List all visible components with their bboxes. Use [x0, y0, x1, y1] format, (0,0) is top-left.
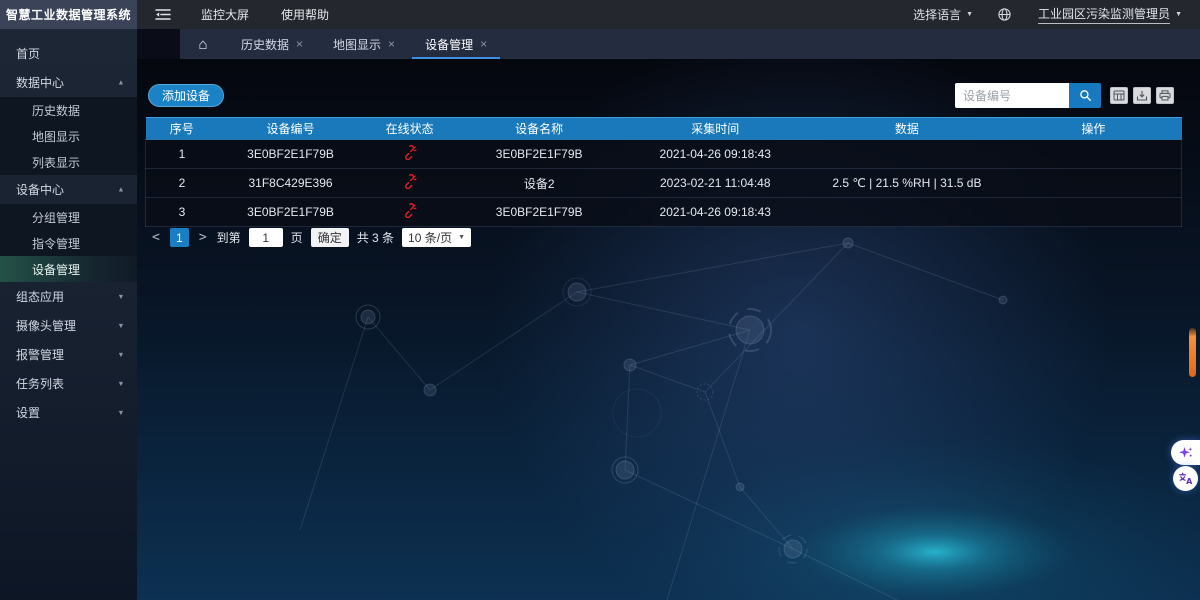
col-collect-time: 采集时间 — [622, 118, 808, 140]
caret-down-icon: ▼ — [458, 234, 465, 241]
sidebar-item-device-management[interactable]: 设备管理 — [0, 256, 137, 282]
sidebar-item-command-management[interactable]: 指令管理 — [0, 230, 137, 256]
search-icon — [1079, 89, 1092, 102]
caret-down-icon: ▼ — [117, 408, 124, 416]
topnav-help[interactable]: 使用帮助 — [265, 0, 345, 29]
caret-up-icon: ▲ — [117, 185, 124, 193]
page-number-input[interactable] — [249, 228, 283, 247]
caret-down-icon: ▼ — [966, 11, 973, 18]
sidebar-item-map-display[interactable]: 地图显示 — [0, 123, 137, 149]
add-device-button[interactable]: 添加设备 — [148, 84, 224, 107]
sparkle-icon — [1178, 445, 1194, 461]
caret-down-icon: ▼ — [1175, 11, 1182, 18]
table-row[interactable]: 1 3E0BF2E1F79B 3E0BF2E1F79B 2021-04-26 0… — [146, 140, 1182, 169]
pagination: < 1 > 到第 页 确定 共 3 条 10 条/页 ▼ — [150, 228, 471, 247]
close-icon[interactable]: × — [296, 37, 303, 51]
caret-down-icon: ▼ — [117, 379, 124, 387]
sidebar-item-history-data[interactable]: 历史数据 — [0, 97, 137, 123]
close-icon[interactable]: × — [388, 37, 395, 51]
tab-device-management[interactable]: 设备管理 × — [410, 29, 502, 59]
export-button[interactable] — [1133, 87, 1151, 104]
main-content: 添加设备 — [137, 59, 1200, 600]
export-icon — [1136, 90, 1148, 101]
search-input[interactable] — [955, 83, 1069, 108]
print-button[interactable] — [1156, 87, 1174, 104]
sidebar-group-device-center[interactable]: 设备中心 ▲ — [0, 175, 137, 204]
page-size-select[interactable]: 10 条/页 ▼ — [402, 228, 471, 247]
app-title: 智慧工业数据管理系统 — [0, 0, 137, 29]
sidebar-group-scada-app[interactable]: 组态应用 ▼ — [0, 282, 137, 311]
offline-status-icon — [402, 203, 417, 218]
table-row[interactable]: 3 3E0BF2E1F79B 3E0BF2E1F79B 2021-04-26 0… — [146, 198, 1182, 227]
page-unit-label: 页 — [291, 229, 303, 246]
sidebar-item-home[interactable]: 首页 — [0, 39, 137, 68]
table-tool-buttons — [1110, 87, 1174, 104]
search-button[interactable] — [1069, 83, 1101, 108]
svg-text:A: A — [1186, 477, 1193, 486]
app-window: 智慧工业数据管理系统 监控大屏 使用帮助 选择语言 ▼ 工业园区污染监测管理员 … — [0, 0, 1200, 600]
translate-button[interactable]: A — [1173, 466, 1198, 491]
table-header: 序号 设备编号 在线状态 设备名称 采集时间 数据 操作 — [146, 118, 1182, 140]
caret-down-icon: ▼ — [117, 292, 124, 300]
caret-up-icon: ▲ — [117, 78, 124, 86]
columns-icon — [1113, 90, 1125, 101]
user-menu[interactable]: 工业园区污染监测管理员 ▼ — [1026, 5, 1186, 24]
page-1-button[interactable]: 1 — [170, 228, 189, 247]
next-page-icon[interactable]: > — [197, 230, 209, 245]
columns-toggle-button[interactable] — [1110, 87, 1128, 104]
device-table: 序号 设备编号 在线状态 设备名称 采集时间 数据 操作 1 3E0BF2E1F — [145, 117, 1182, 227]
toolbar: 添加设备 — [137, 59, 1200, 115]
ai-assistant-button[interactable] — [1171, 440, 1200, 465]
tab-map-display[interactable]: 地图显示 × — [318, 29, 410, 59]
prev-page-icon[interactable]: < — [150, 230, 162, 245]
scrollbar-thumb[interactable] — [1189, 328, 1196, 377]
sidebar: 首页 数据中心 ▲ 历史数据 地图显示 列表显示 设备中心 ▲ 分组管理 指令管… — [0, 29, 137, 600]
tab-strip-body: ⌂ 历史数据 × 地图显示 × 设备管理 × — [180, 29, 1200, 59]
user-name: 工业园区污染监测管理员 — [1038, 5, 1170, 24]
sidebar-group-settings[interactable]: 设置 ▼ — [0, 398, 137, 427]
close-icon[interactable]: × — [480, 37, 487, 51]
col-index: 序号 — [146, 118, 219, 140]
tab-history-data[interactable]: 历史数据 × — [226, 29, 318, 59]
goto-label: 到第 — [217, 229, 241, 246]
data-center-submenu: 历史数据 地图显示 列表显示 — [0, 97, 137, 175]
sidebar-group-data-center[interactable]: 数据中心 ▲ — [0, 68, 137, 97]
col-data: 数据 — [809, 118, 1006, 140]
col-online-status: 在线状态 — [363, 118, 456, 140]
caret-down-icon: ▼ — [117, 321, 124, 329]
topnav-monitor-screen[interactable]: 监控大屏 — [185, 0, 265, 29]
offline-status-icon — [402, 145, 417, 160]
col-operation: 操作 — [1005, 118, 1181, 140]
translate-icon: A — [1178, 471, 1193, 486]
device-center-submenu: 分组管理 指令管理 设备管理 — [0, 204, 137, 282]
confirm-page-button[interactable]: 确定 — [311, 228, 349, 247]
col-device-no: 设备编号 — [218, 118, 363, 140]
print-icon — [1159, 90, 1171, 101]
sidebar-item-group-management[interactable]: 分组管理 — [0, 204, 137, 230]
sidebar-group-camera-management[interactable]: 摄像头管理 ▼ — [0, 311, 137, 340]
col-device-name: 设备名称 — [456, 118, 622, 140]
table-row[interactable]: 2 31F8C429E396 设备2 2023-02-21 11:04:48 2… — [146, 169, 1182, 198]
top-right: 选择语言 ▼ 工业园区污染监测管理员 ▼ — [903, 0, 1200, 29]
search-group — [955, 83, 1101, 108]
sidebar-group-task-list[interactable]: 任务列表 ▼ — [0, 369, 137, 398]
caret-down-icon: ▼ — [117, 350, 124, 358]
offline-status-icon — [402, 174, 417, 189]
globe-icon[interactable] — [983, 7, 1026, 22]
top-nav: 监控大屏 使用帮助 — [137, 0, 345, 29]
home-icon: ⌂ — [198, 36, 207, 53]
top-bar: 智慧工业数据管理系统 监控大屏 使用帮助 选择语言 ▼ 工业园区污染监测管理员 … — [0, 0, 1200, 29]
menu-fold-icon[interactable] — [155, 8, 171, 21]
total-count-label: 共 3 条 — [357, 229, 394, 246]
sidebar-item-list-display[interactable]: 列表显示 — [0, 149, 137, 175]
home-tab[interactable]: ⌂ — [180, 29, 226, 59]
language-select[interactable]: 选择语言 ▼ — [903, 6, 983, 23]
tab-strip: ⌂ 历史数据 × 地图显示 × 设备管理 × — [137, 29, 1200, 59]
sidebar-group-alarm-management[interactable]: 报警管理 ▼ — [0, 340, 137, 369]
